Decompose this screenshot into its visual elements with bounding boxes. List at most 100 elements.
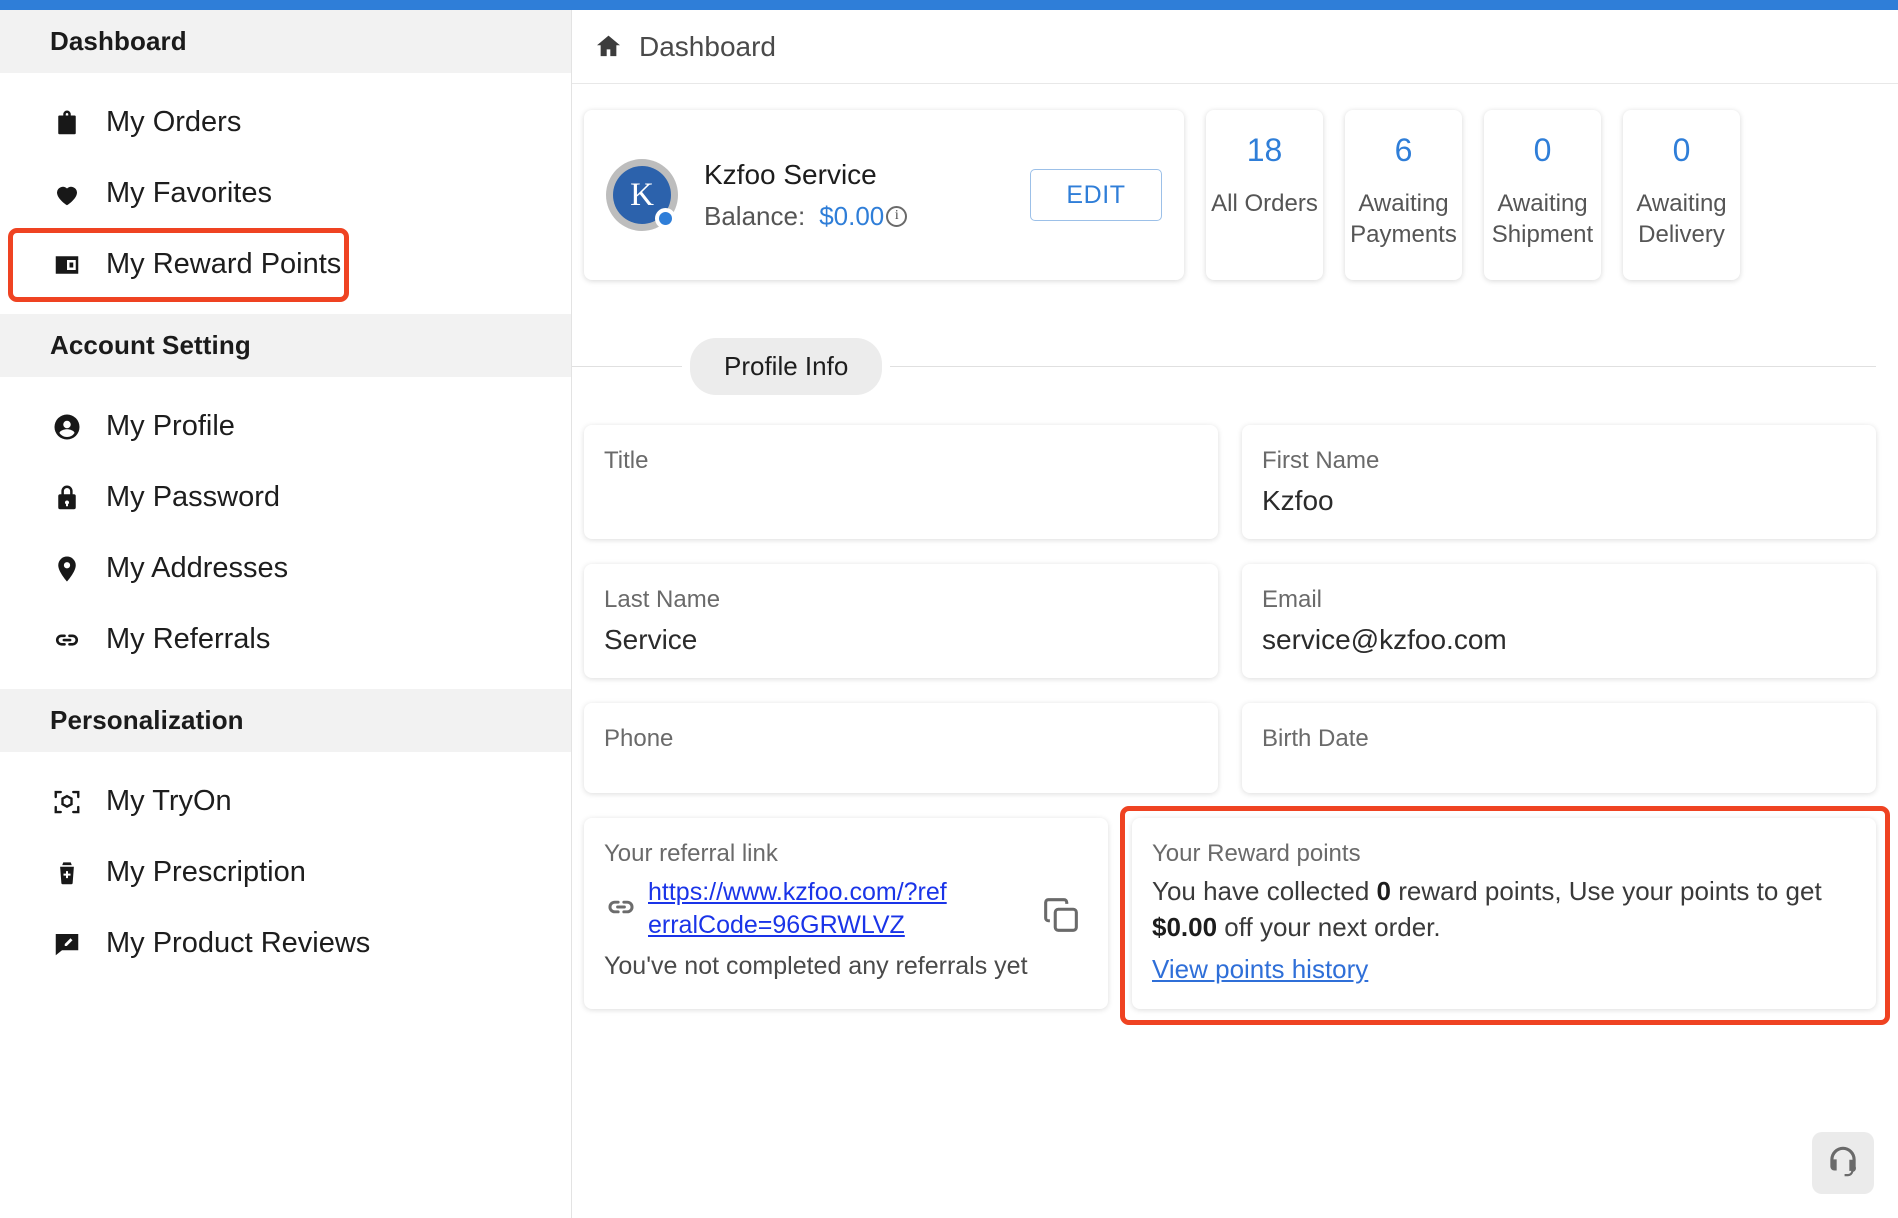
sidebar-item-my-prescription[interactable]: My Prescription <box>0 837 571 908</box>
sidebar-item-label: My Profile <box>106 410 235 442</box>
edit-button[interactable]: EDIT <box>1030 169 1162 221</box>
sidebar-item-my-referrals[interactable]: My Referrals <box>0 604 571 675</box>
stat-caption: All Orders <box>1211 190 1318 217</box>
form-row: Phone Birth Date <box>584 703 1876 793</box>
sidebar-group-personalization: My TryOn My Prescription My Product Revi… <box>0 752 571 993</box>
sidebar-item-label: My Password <box>106 481 281 513</box>
copy-icon[interactable] <box>1038 892 1088 943</box>
stat-card-all-orders[interactable]: 18 All Orders <box>1206 110 1323 280</box>
balance-label: Balance: <box>704 200 806 231</box>
sidebar-item-my-tryon[interactable]: My TryOn <box>0 766 571 837</box>
stat-caption: Awaiting Delivery <box>1636 190 1727 248</box>
sidebar-section-title-personalization: Personalization <box>0 689 571 752</box>
stat-card-awaiting-delivery[interactable]: 0 Awaiting Delivery <box>1623 110 1740 280</box>
sidebar-item-my-password[interactable]: My Password <box>0 462 571 533</box>
sidebar-item-my-product-reviews[interactable]: My Product Reviews <box>0 908 571 979</box>
divider-line-right <box>890 366 1876 367</box>
bottom-cards-row: Your referral link https://www.kzfoo.com… <box>572 806 1898 1025</box>
sidebar-section-title-dashboard: Dashboard <box>0 10 571 73</box>
field-email[interactable]: Email service@kzfoo.com <box>1242 564 1876 678</box>
sidebar-item-my-profile[interactable]: My Profile <box>0 391 571 462</box>
referral-link-row: https://www.kzfoo.com/?referralCode=96GR… <box>604 876 1038 943</box>
field-first-name[interactable]: First Name Kzfoo <box>1242 425 1876 539</box>
info-icon[interactable]: i <box>886 205 908 227</box>
lock-icon <box>50 481 84 515</box>
reward-points-value: 0 <box>1376 876 1392 906</box>
wallet-icon <box>50 248 84 282</box>
sidebar-group-dashboard: My Orders My Favorites My Reward Points <box>0 73 571 314</box>
field-label: Email <box>1262 586 1323 613</box>
field-label: Last Name <box>604 586 721 613</box>
field-value: Kzfoo <box>1262 485 1334 516</box>
form-row: Last Name Service Email service@kzfoo.co… <box>584 564 1876 678</box>
reward-text-before: You have collected <box>1152 876 1377 906</box>
home-icon[interactable] <box>594 32 623 61</box>
referral-card-body: Your referral link https://www.kzfoo.com… <box>604 840 1038 981</box>
breadcrumb-label: Dashboard <box>639 30 776 62</box>
cube-scan-icon <box>50 785 84 819</box>
balance-value: $0.00 <box>819 200 885 231</box>
profile-form: Title First Name Kzfoo Last Name Service… <box>572 395 1898 793</box>
referral-link-card: Your referral link https://www.kzfoo.com… <box>584 818 1108 1009</box>
balance-row: Balance: $0.00 i <box>704 201 1030 232</box>
sidebar-item-label: My Referrals <box>106 623 271 655</box>
referral-url-link[interactable]: https://www.kzfoo.com/?referralCode=96GR… <box>648 876 948 943</box>
reward-card-title: Your Reward points <box>1152 840 1361 867</box>
profile-name: Kzfoo Service <box>704 158 877 190</box>
sidebar-item-label: My Orders <box>106 106 242 138</box>
reward-text-after: off your next order. <box>1217 911 1441 942</box>
avatar: K <box>606 159 678 231</box>
link-icon <box>50 623 84 657</box>
sidebar-section-title-account-setting: Account Setting <box>0 314 571 377</box>
main-content: Dashboard K Kzfoo Service Balance: $0.00… <box>572 10 1898 1218</box>
sidebar-item-label: My Product Reviews <box>106 927 371 959</box>
field-birth-date[interactable]: Birth Date <box>1242 703 1876 793</box>
heart-icon <box>50 177 84 211</box>
tab-profile-info[interactable]: Profile Info <box>690 338 883 395</box>
sidebar-item-my-reward-points[interactable]: My Reward Points <box>0 228 571 302</box>
sidebar-item-my-orders[interactable]: My Orders <box>0 87 571 158</box>
field-title[interactable]: Title <box>584 425 1218 539</box>
profile-summary-card: K Kzfoo Service Balance: $0.00 i EDIT <box>584 110 1184 280</box>
stat-caption: Awaiting Payments <box>1350 190 1457 248</box>
referral-status-note: You've not completed any referrals yet <box>604 951 1028 980</box>
reward-points-card: Your Reward points You have collected 0 … <box>1120 806 1890 1025</box>
location-pin-icon <box>50 552 84 586</box>
sidebar-item-label: My Addresses <box>106 552 289 584</box>
form-row: Title First Name Kzfoo <box>584 425 1876 539</box>
link-icon <box>604 890 638 929</box>
stat-card-awaiting-payments[interactable]: 6 Awaiting Payments <box>1345 110 1462 280</box>
avatar-status-dot <box>655 208 676 229</box>
field-label: First Name <box>1262 447 1380 474</box>
top-accent-bar <box>0 0 1898 10</box>
sidebar-item-label: My Reward Points <box>106 248 342 280</box>
stat-value: 6 <box>1394 132 1413 168</box>
stat-value: 18 <box>1246 132 1283 168</box>
referral-card-title: Your referral link <box>604 840 778 867</box>
headset-icon <box>1824 1142 1862 1185</box>
page-root: Dashboard My Orders My Favorites My Rewa… <box>0 0 1898 1218</box>
divider-line-left <box>572 366 682 367</box>
summary-row: K Kzfoo Service Balance: $0.00 i EDIT 18… <box>572 84 1898 280</box>
stat-card-awaiting-shipment[interactable]: 0 Awaiting Shipment <box>1484 110 1601 280</box>
sidebar-group-account-setting: My Profile My Password My Addresses My R… <box>0 377 571 689</box>
sidebar-item-label: My Favorites <box>106 177 272 209</box>
reward-amount-value: $0.00 <box>1152 911 1218 942</box>
prescription-icon <box>50 856 84 890</box>
sidebar-item-my-addresses[interactable]: My Addresses <box>0 533 571 604</box>
stat-value: 0 <box>1533 132 1552 168</box>
field-value: service@kzfoo.com <box>1262 624 1507 655</box>
reward-text-middle: reward points, Use your points to get <box>1391 876 1822 906</box>
profile-summary-text: Kzfoo Service Balance: $0.00 i <box>704 159 1030 232</box>
field-value: Service <box>604 624 698 655</box>
view-points-history-link[interactable]: View points history <box>1152 954 1368 985</box>
sidebar-item-my-favorites[interactable]: My Favorites <box>0 158 571 229</box>
support-button[interactable] <box>1812 1132 1874 1194</box>
breadcrumb: Dashboard <box>572 10 1898 84</box>
review-icon <box>50 927 84 961</box>
field-phone[interactable]: Phone <box>584 703 1218 793</box>
sidebar-item-label: My TryOn <box>106 785 232 817</box>
bag-icon <box>50 106 84 140</box>
field-last-name[interactable]: Last Name Service <box>584 564 1218 678</box>
field-label: Birth Date <box>1262 725 1369 752</box>
